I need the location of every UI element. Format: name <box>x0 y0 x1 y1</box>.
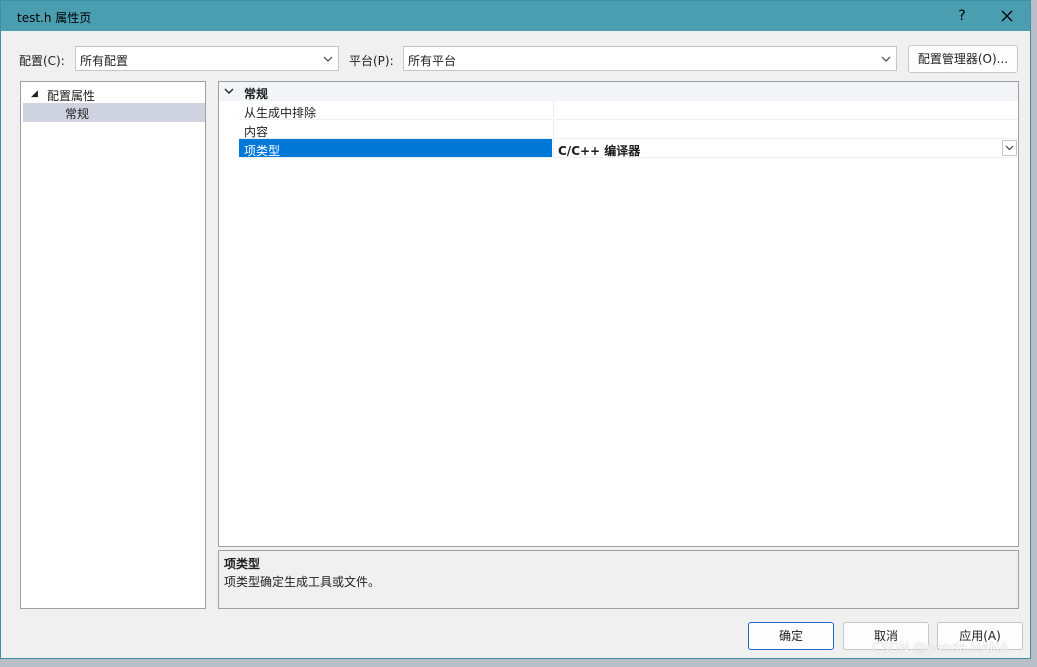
chevron-down-icon <box>881 56 891 62</box>
tree-item-label: 常规 <box>65 107 90 121</box>
tree-item-config-properties[interactable]: ◢ 配置属性 <box>25 86 203 104</box>
description-title: 项类型 <box>224 557 261 571</box>
property-value[interactable] <box>553 120 1018 139</box>
background-window-strip <box>1031 0 1037 667</box>
platform-label: 平台(P): <box>349 54 394 68</box>
tree-item-general[interactable]: 常规 <box>23 103 205 122</box>
property-grid: 常规 从生成中排除 内容 项类型 C/C++ 编译器 <box>218 81 1019 547</box>
title-bar: test.h 属性页 ? <box>1 1 1030 31</box>
category-label: 常规 <box>244 87 269 101</box>
platform-dropdown[interactable]: 所有平台 <box>403 46 897 71</box>
ok-button[interactable]: 确定 <box>748 622 834 650</box>
property-name: 项类型 <box>244 144 281 158</box>
property-value[interactable]: C/C++ 编译器 <box>553 139 1018 158</box>
config-manager-button[interactable]: 配置管理器(O)... <box>908 45 1018 73</box>
tree-item-label: 配置属性 <box>47 89 96 103</box>
grid-category-general[interactable]: 常规 <box>219 82 1018 101</box>
property-name: 从生成中排除 <box>244 106 317 120</box>
item-type-value: C/C++ 编译器 <box>558 144 641 158</box>
config-dropdown[interactable]: 所有配置 <box>75 46 339 71</box>
close-button[interactable] <box>995 6 1019 26</box>
grid-row-exclude-from-build[interactable]: 从生成中排除 <box>219 101 1018 120</box>
item-type-dropdown-button[interactable] <box>1002 140 1017 156</box>
help-button[interactable]: ? <box>951 6 973 26</box>
platform-value: 所有平台 <box>408 54 457 68</box>
config-value: 所有配置 <box>80 54 129 68</box>
close-icon <box>1001 10 1013 22</box>
property-pages-dialog: test.h 属性页 ? 配置(C): 所有配置 平台(P): 所有平台 配置管… <box>0 0 1031 659</box>
chevron-down-icon <box>1005 145 1014 151</box>
property-name: 内容 <box>244 125 269 139</box>
background-window-strip <box>0 659 1037 667</box>
grid-row-content[interactable]: 内容 <box>219 120 1018 139</box>
watermark: CSDN @panda HAHA <box>872 641 1009 656</box>
property-value[interactable] <box>553 101 1018 120</box>
window-title: test.h 属性页 <box>17 11 92 25</box>
config-label: 配置(C): <box>19 54 65 68</box>
description-panel: 项类型 项类型确定生成工具或文件。 <box>218 550 1019 609</box>
chevron-down-icon[interactable] <box>223 85 235 97</box>
chevron-down-icon <box>323 56 333 62</box>
property-tree: ◢ 配置属性 常规 <box>20 81 206 609</box>
expand-triangle-icon[interactable]: ◢ <box>31 89 38 99</box>
grid-row-item-type[interactable]: 项类型 C/C++ 编译器 <box>219 139 1018 158</box>
description-text: 项类型确定生成工具或文件。 <box>224 575 381 589</box>
